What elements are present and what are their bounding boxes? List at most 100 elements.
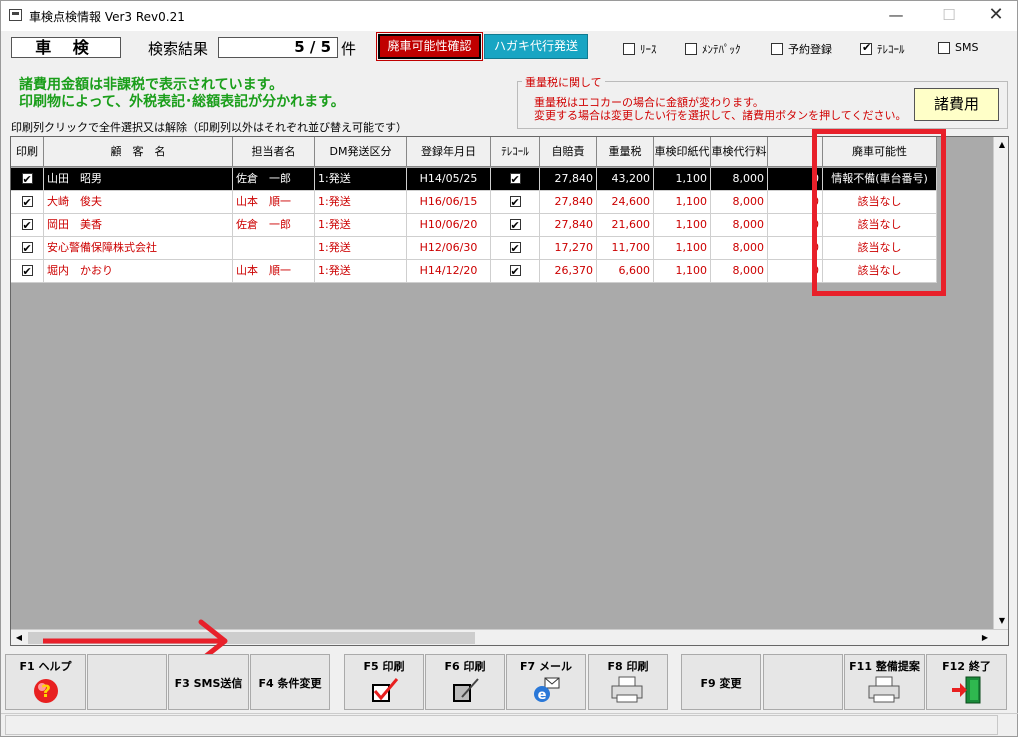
vertical-scrollbar[interactable]: ▲ ▼	[993, 137, 1008, 629]
column-header-customer[interactable]: 顧 客 名	[44, 137, 233, 167]
checkbox-checked-icon[interactable]	[21, 169, 33, 190]
checkbox-checked-icon[interactable]	[21, 238, 33, 259]
telcall-cell[interactable]	[491, 191, 540, 214]
reg-date-cell[interactable]: H14/12/20	[407, 260, 491, 283]
telcall-cell[interactable]	[491, 214, 540, 237]
checkbox-checked-icon[interactable]	[509, 261, 521, 282]
jyuryozei-cell[interactable]: 11,700	[597, 237, 654, 260]
staff-cell[interactable]: 佐倉 一郎	[233, 168, 315, 191]
staff-cell[interactable]: 山本 順一	[233, 260, 315, 283]
print-cell[interactable]	[11, 168, 44, 191]
reg-date-cell[interactable]: H14/05/25	[407, 168, 491, 191]
daiko-cell[interactable]: 8,000	[711, 191, 768, 214]
f4-condition-button[interactable]: F4 条件変更	[250, 654, 330, 710]
jyuryozei-cell[interactable]: 21,600	[597, 214, 654, 237]
column-header-telcall[interactable]: ﾃﾚｺｰﾙ	[491, 137, 540, 167]
daiko-cell[interactable]: 8,000	[711, 214, 768, 237]
customer-cell[interactable]: 大崎 俊夫	[44, 191, 233, 214]
f6-print-button[interactable]: F6 印刷	[425, 654, 505, 710]
inshi-cell[interactable]: 1,100	[654, 168, 711, 191]
reg-date-cell[interactable]: H12/06/30	[407, 237, 491, 260]
column-header-staff[interactable]: 担当者名	[233, 137, 315, 167]
minimize-button[interactable]: —	[873, 1, 919, 31]
column-header-jyuryozei[interactable]: 重量税	[597, 137, 654, 167]
filter-sms-checkbox[interactable]: SMS	[938, 41, 978, 54]
staff-cell[interactable]: 佐倉 一郎	[233, 214, 315, 237]
inshi-cell[interactable]: 1,100	[654, 214, 711, 237]
filter-telcall-checkbox[interactable]: ﾃﾚｺｰﾙ	[860, 41, 905, 57]
f1-help-button[interactable]: F1 ヘルプ ?	[5, 654, 86, 710]
jyuryozei-cell[interactable]: 24,600	[597, 191, 654, 214]
dm-cell[interactable]: 1:発送	[315, 191, 407, 214]
jibaiseki-cell[interactable]: 27,840	[540, 191, 597, 214]
f2-empty-button[interactable]	[87, 654, 167, 710]
checkbox-checked-icon[interactable]	[509, 238, 521, 259]
customer-cell[interactable]: 山田 昭男	[44, 168, 233, 191]
column-header-print[interactable]: 印刷	[11, 137, 44, 167]
column-header-daiko[interactable]: 車検代行料	[711, 137, 768, 167]
telcall-cell[interactable]	[491, 168, 540, 191]
daiko-cell[interactable]: 8,000	[711, 168, 768, 191]
f12-exit-button[interactable]: F12 終了	[926, 654, 1007, 710]
customer-cell[interactable]: 堀内 かおり	[44, 260, 233, 283]
expenses-button[interactable]: 諸費用	[914, 88, 999, 121]
jibaiseki-cell[interactable]: 26,370	[540, 260, 597, 283]
checkbox-checked-icon[interactable]	[21, 215, 33, 236]
f9-change-button[interactable]: F9 変更	[681, 654, 761, 710]
f8-print-button[interactable]: F8 印刷	[588, 654, 668, 710]
print-cell[interactable]	[11, 214, 44, 237]
f5-print-button[interactable]: F5 印刷	[344, 654, 424, 710]
daiko-cell[interactable]: 8,000	[711, 237, 768, 260]
dm-cell[interactable]: 1:発送	[315, 237, 407, 260]
staff-cell[interactable]: 山本 順一	[233, 191, 315, 214]
f7-mail-button[interactable]: F7 メール e	[506, 654, 586, 710]
print-cell[interactable]	[11, 191, 44, 214]
column-header-inshi[interactable]: 車検印紙代	[654, 137, 711, 167]
filter-maintenance-checkbox[interactable]: ﾒﾝﾃﾊﾟｯｸ	[685, 41, 741, 57]
print-cell[interactable]	[11, 260, 44, 283]
inshi-cell[interactable]: 1,100	[654, 237, 711, 260]
daiko-cell[interactable]: 8,000	[711, 260, 768, 283]
f11-maintenance-button[interactable]: F11 整備提案	[844, 654, 925, 710]
filter-reservation-checkbox[interactable]: 予約登録	[771, 41, 832, 57]
jibaiseki-cell[interactable]: 27,840	[540, 168, 597, 191]
scroll-up-arrow-icon[interactable]: ▲	[994, 137, 1008, 153]
reg-date-cell[interactable]: H16/06/15	[407, 191, 491, 214]
customer-cell[interactable]: 安心警備保障株式会社	[44, 237, 233, 260]
dm-cell[interactable]: 1:発送	[315, 168, 407, 191]
checkbox-icon	[685, 43, 697, 55]
jibaiseki-cell[interactable]: 27,840	[540, 214, 597, 237]
staff-cell[interactable]	[233, 237, 315, 260]
customer-cell[interactable]: 岡田 美香	[44, 214, 233, 237]
f3-sms-button[interactable]: F3 SMS送信	[168, 654, 249, 710]
filter-lease-checkbox[interactable]: ﾘｰｽ	[623, 41, 657, 57]
jyuryozei-cell[interactable]: 6,600	[597, 260, 654, 283]
column-header-reg-date[interactable]: 登録年月日	[407, 137, 491, 167]
inshi-cell[interactable]: 1,100	[654, 260, 711, 283]
checkbox-checked-icon[interactable]	[509, 169, 521, 190]
jyuryozei-cell[interactable]: 43,200	[597, 168, 654, 191]
checkbox-checked-icon[interactable]	[509, 192, 521, 213]
f10-empty-button[interactable]	[763, 654, 843, 710]
dm-cell[interactable]: 1:発送	[315, 214, 407, 237]
scroll-right-arrow-icon[interactable]: ▶	[977, 630, 993, 645]
maximize-button[interactable]: ☐	[926, 1, 972, 31]
checkbox-checked-icon[interactable]	[21, 192, 33, 213]
scroll-left-arrow-icon[interactable]: ◀	[11, 630, 27, 645]
postcard-send-button[interactable]: ハガキ代行発送	[484, 34, 588, 59]
scroll-down-arrow-icon[interactable]: ▼	[994, 613, 1008, 629]
reg-date-cell[interactable]: H10/06/20	[407, 214, 491, 237]
status-panel	[5, 715, 998, 735]
telcall-cell[interactable]	[491, 237, 540, 260]
checkbox-checked-icon[interactable]	[21, 261, 33, 282]
checkbox-checked-icon[interactable]	[509, 215, 521, 236]
telcall-cell[interactable]	[491, 260, 540, 283]
inshi-cell[interactable]: 1,100	[654, 191, 711, 214]
dm-cell[interactable]: 1:発送	[315, 260, 407, 283]
jibaiseki-cell[interactable]: 17,270	[540, 237, 597, 260]
print-cell[interactable]	[11, 237, 44, 260]
close-button[interactable]: ✕	[973, 1, 1018, 31]
scrap-check-button[interactable]: 廃車可能性確認	[376, 32, 483, 61]
column-header-dm[interactable]: DM発送区分	[315, 137, 407, 167]
column-header-jibaiseki[interactable]: 自賠責	[540, 137, 597, 167]
